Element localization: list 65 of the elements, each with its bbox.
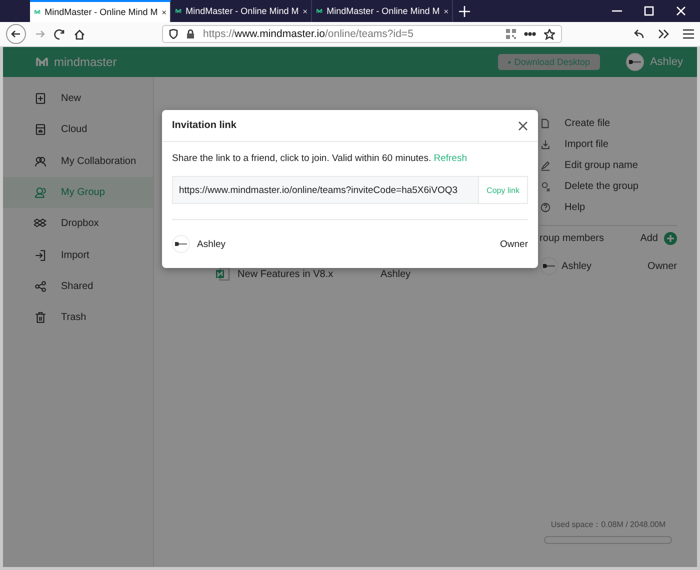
menu-icon[interactable]: [683, 29, 694, 39]
member-role: Owner: [500, 238, 528, 250]
reload-icon[interactable]: [54, 28, 65, 40]
group-action[interactable]: Help: [564, 202, 586, 213]
star-icon[interactable]: [544, 28, 555, 40]
home-icon[interactable]: [74, 28, 85, 40]
sidebar-item[interactable]: Cloud: [3, 114, 153, 146]
sidebar-item[interactable]: New: [3, 83, 153, 114]
plus-icon[interactable]: [459, 6, 470, 16]
group-action[interactable]: Import file: [564, 139, 608, 150]
new-file-icon: [34, 92, 47, 106]
group-action[interactable]: Create file: [564, 118, 610, 129]
mindmaster-logo-icon: [35, 55, 49, 69]
shield-icon: [169, 29, 178, 39]
back-button[interactable]: [6, 24, 26, 44]
user-name: Ashley: [650, 56, 683, 68]
sidebar-item[interactable]: Shared: [3, 270, 153, 302]
share-icon: [34, 280, 47, 293]
modal-message: Share the link to a friend, click to join. Valid within 60 minutes.: [172, 153, 432, 164]
pen-icon: [540, 160, 551, 171]
lock-icon: [186, 29, 195, 39]
close-icon[interactable]: [518, 120, 528, 130]
sidebar-item[interactable]: My Collaboration: [3, 146, 153, 177]
storage-label: Used space：0.08M / 2048.00M: [550, 519, 666, 530]
undo-arrow-icon[interactable]: [633, 29, 644, 39]
qr-code-icon: [506, 29, 516, 39]
import-icon: [34, 248, 47, 262]
help-icon: [540, 202, 551, 213]
member-avatar-icon: [172, 235, 190, 253]
modal-title: Invitation link: [172, 120, 236, 131]
refresh-link[interactable]: Refresh: [434, 153, 467, 164]
close-icon[interactable]: [302, 6, 307, 16]
member-name: Ashley: [562, 260, 593, 272]
trash-icon: [34, 311, 47, 324]
user-remove-icon: [540, 181, 551, 192]
close-icon[interactable]: [162, 8, 166, 16]
members-heading: roup members: [540, 232, 604, 244]
close-icon[interactable]: [444, 6, 448, 16]
people-icon: [34, 154, 47, 168]
address-bar[interactable]: https://www.mindmaster.io/online/teams?id=5: [162, 25, 562, 43]
group-action[interactable]: Edit group name: [564, 160, 638, 171]
member-role: Owner: [648, 260, 677, 272]
back-arrow-icon: [11, 29, 21, 39]
invite-link-field[interactable]: https://www.mindmaster.io/online/teams?inviteCode=ha5X6iVOQ3 Copy link: [172, 176, 528, 204]
cloud-file-icon: [34, 123, 47, 136]
app-logo: mindmaster: [54, 55, 117, 69]
maximize-icon[interactable]: [644, 6, 654, 16]
group-icon: [34, 186, 47, 200]
more-icon[interactable]: [524, 32, 536, 36]
copy-link-button[interactable]: Copy link: [478, 177, 527, 203]
file-name[interactable]: New Features in V8.x: [238, 268, 373, 280]
add-icon[interactable]: [664, 232, 677, 244]
group-action[interactable]: Delete the group: [564, 181, 638, 192]
browser-tab[interactable]: MindMaster - Online Mind M: [30, 0, 171, 22]
file-icon: [540, 118, 551, 129]
member-avatar-icon: [540, 257, 558, 275]
file-owner: Ashley: [380, 268, 411, 280]
double-chevron-icon[interactable]: [658, 29, 669, 39]
user-avatar-icon: [626, 53, 644, 71]
sidebar-item[interactable]: Dropbox: [3, 208, 153, 240]
sidebar-item[interactable]: Import: [3, 239, 153, 271]
add-label[interactable]: Add: [640, 232, 658, 244]
sidebar-item[interactable]: Trash: [3, 302, 153, 334]
member-name: Ashley: [197, 238, 227, 250]
upload-icon: [540, 139, 551, 150]
